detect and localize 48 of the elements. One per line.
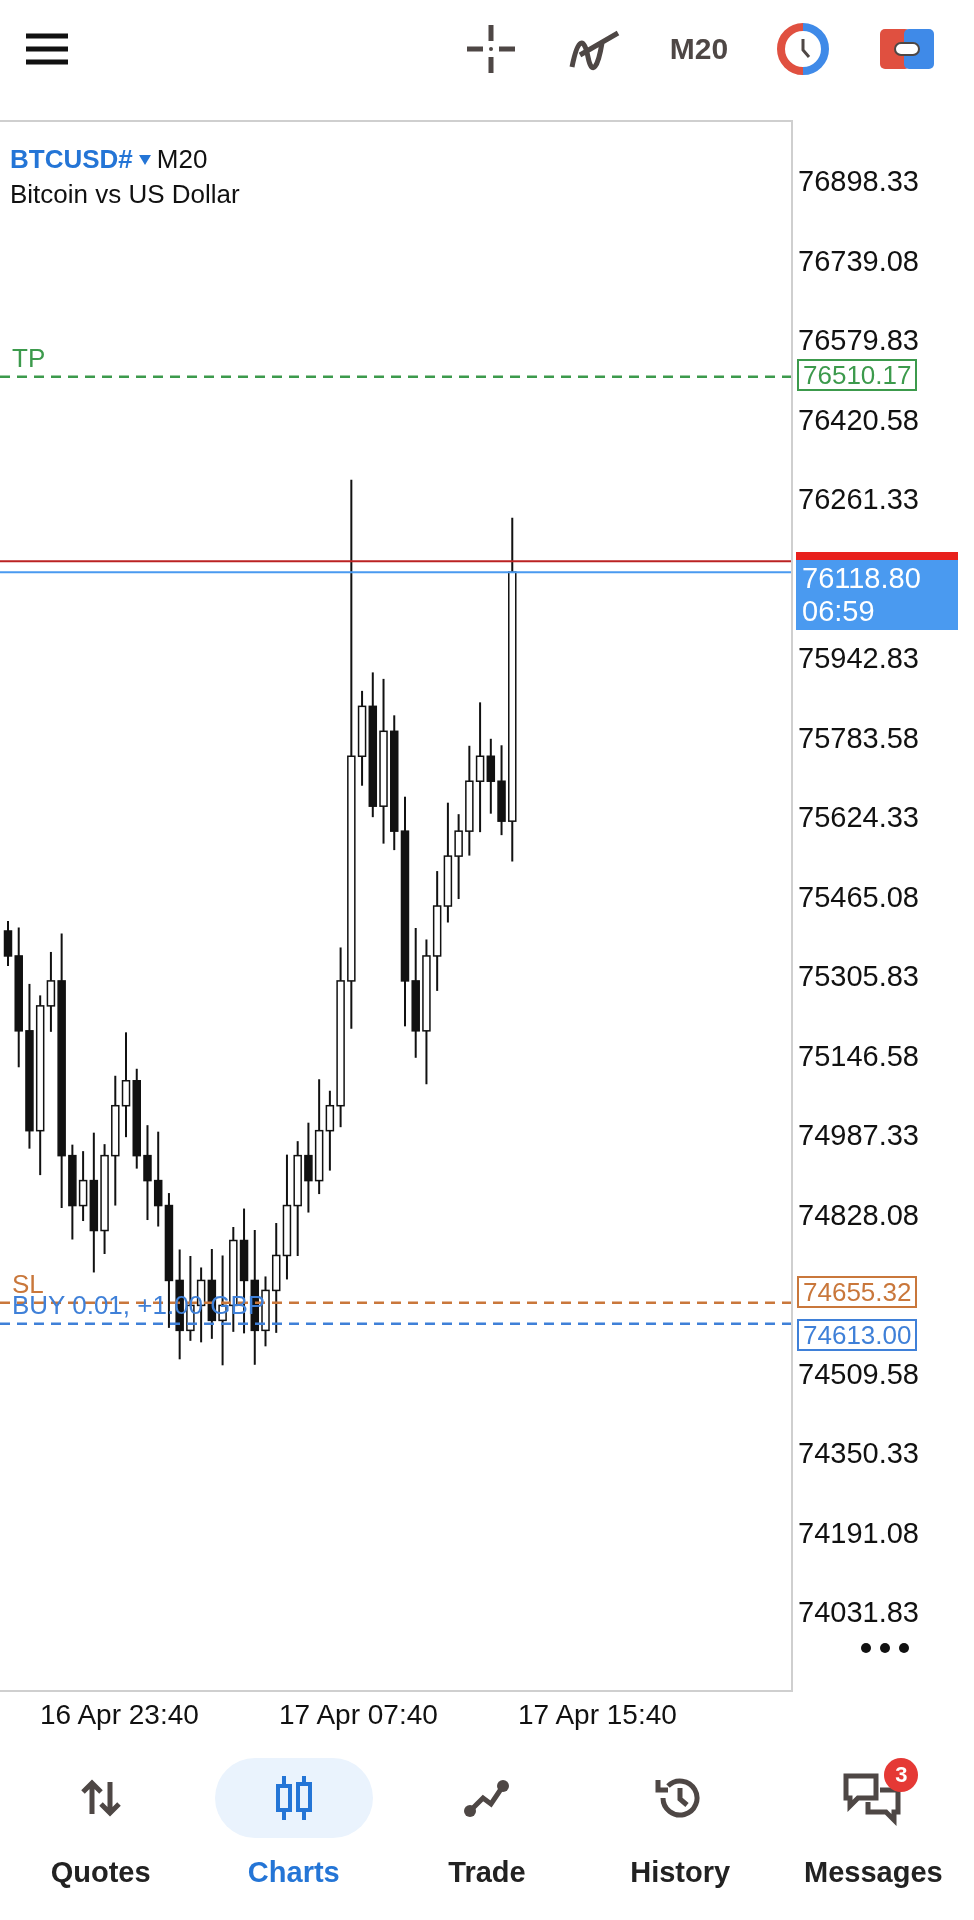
price-axis-label: 74828.08 — [798, 1198, 919, 1231]
time-axis-label: 17 Apr 07:40 — [279, 1699, 439, 1731]
tab-label: Charts — [247, 1856, 340, 1889]
quotes-tab[interactable]: Quotes — [10, 1740, 191, 1920]
tab-label: Trade — [448, 1856, 526, 1889]
price-axis-label: 74350.33 — [798, 1436, 919, 1470]
price-tag: 74655.32 — [797, 1275, 918, 1308]
bid-price: 76118.80 — [802, 562, 922, 596]
clock-icon[interactable] — [777, 23, 829, 75]
level-label: TP — [12, 342, 46, 374]
price-axis-label: 76579.83 — [798, 323, 919, 357]
bar-countdown: 06:59 — [802, 595, 876, 629]
price-axis-label: 75465.08 — [798, 880, 919, 913]
tab-label: History — [630, 1856, 731, 1889]
price-axis-label: 74191.08 — [798, 1516, 919, 1549]
price-tag: 76510.17 — [797, 358, 918, 391]
line-chart-icon — [462, 1778, 511, 1818]
time-axis-label: 16 Apr 23:40 — [40, 1699, 200, 1731]
symbol-description: Bitcoin vs US Dollar — [10, 179, 240, 210]
symbol-link[interactable]: BTCUSD# — [10, 144, 133, 175]
price-axis-label: 76898.33 — [798, 164, 919, 198]
price-axis-label: 74031.83 — [798, 1595, 919, 1629]
price-tag: 74613.00 — [797, 1318, 918, 1351]
more-icon[interactable] — [860, 1642, 910, 1654]
toggle-icon[interactable] — [880, 29, 934, 69]
history-tab[interactable]: History — [590, 1740, 771, 1920]
time-axis-label: 17 Apr 15:40 — [518, 1699, 678, 1731]
price-axis-label: 76739.08 — [798, 244, 919, 277]
price-axis-label: 75305.83 — [798, 959, 919, 993]
tab-label: Quotes — [50, 1856, 151, 1889]
menu-icon[interactable] — [24, 33, 70, 65]
messages-tab[interactable]: 3 Messages — [783, 1740, 964, 1920]
price-axis-label: 75146.58 — [798, 1039, 919, 1072]
price-axis-label: 74987.33 — [798, 1118, 919, 1152]
price-axis-label: 74509.58 — [798, 1357, 919, 1390]
timeframe-button[interactable]: M20 — [656, 32, 742, 66]
price-axis-label: 76420.58 — [798, 403, 919, 436]
crosshair-icon[interactable] — [465, 23, 517, 75]
chart-timeframe: M20 — [156, 144, 208, 175]
unread-badge: 3 — [884, 1758, 919, 1792]
dropdown-caret-icon[interactable] — [138, 154, 151, 165]
tab-label: Messages — [804, 1856, 943, 1889]
price-axis-label: 75624.33 — [798, 800, 919, 834]
price-axis-label: 75783.58 — [798, 721, 919, 754]
price-axis-label: 76261.33 — [798, 482, 919, 516]
charts-tab[interactable]: Charts — [203, 1740, 384, 1920]
trade-tab[interactable]: Trade — [396, 1740, 577, 1920]
price-axis-label: 75942.83 — [798, 641, 919, 675]
